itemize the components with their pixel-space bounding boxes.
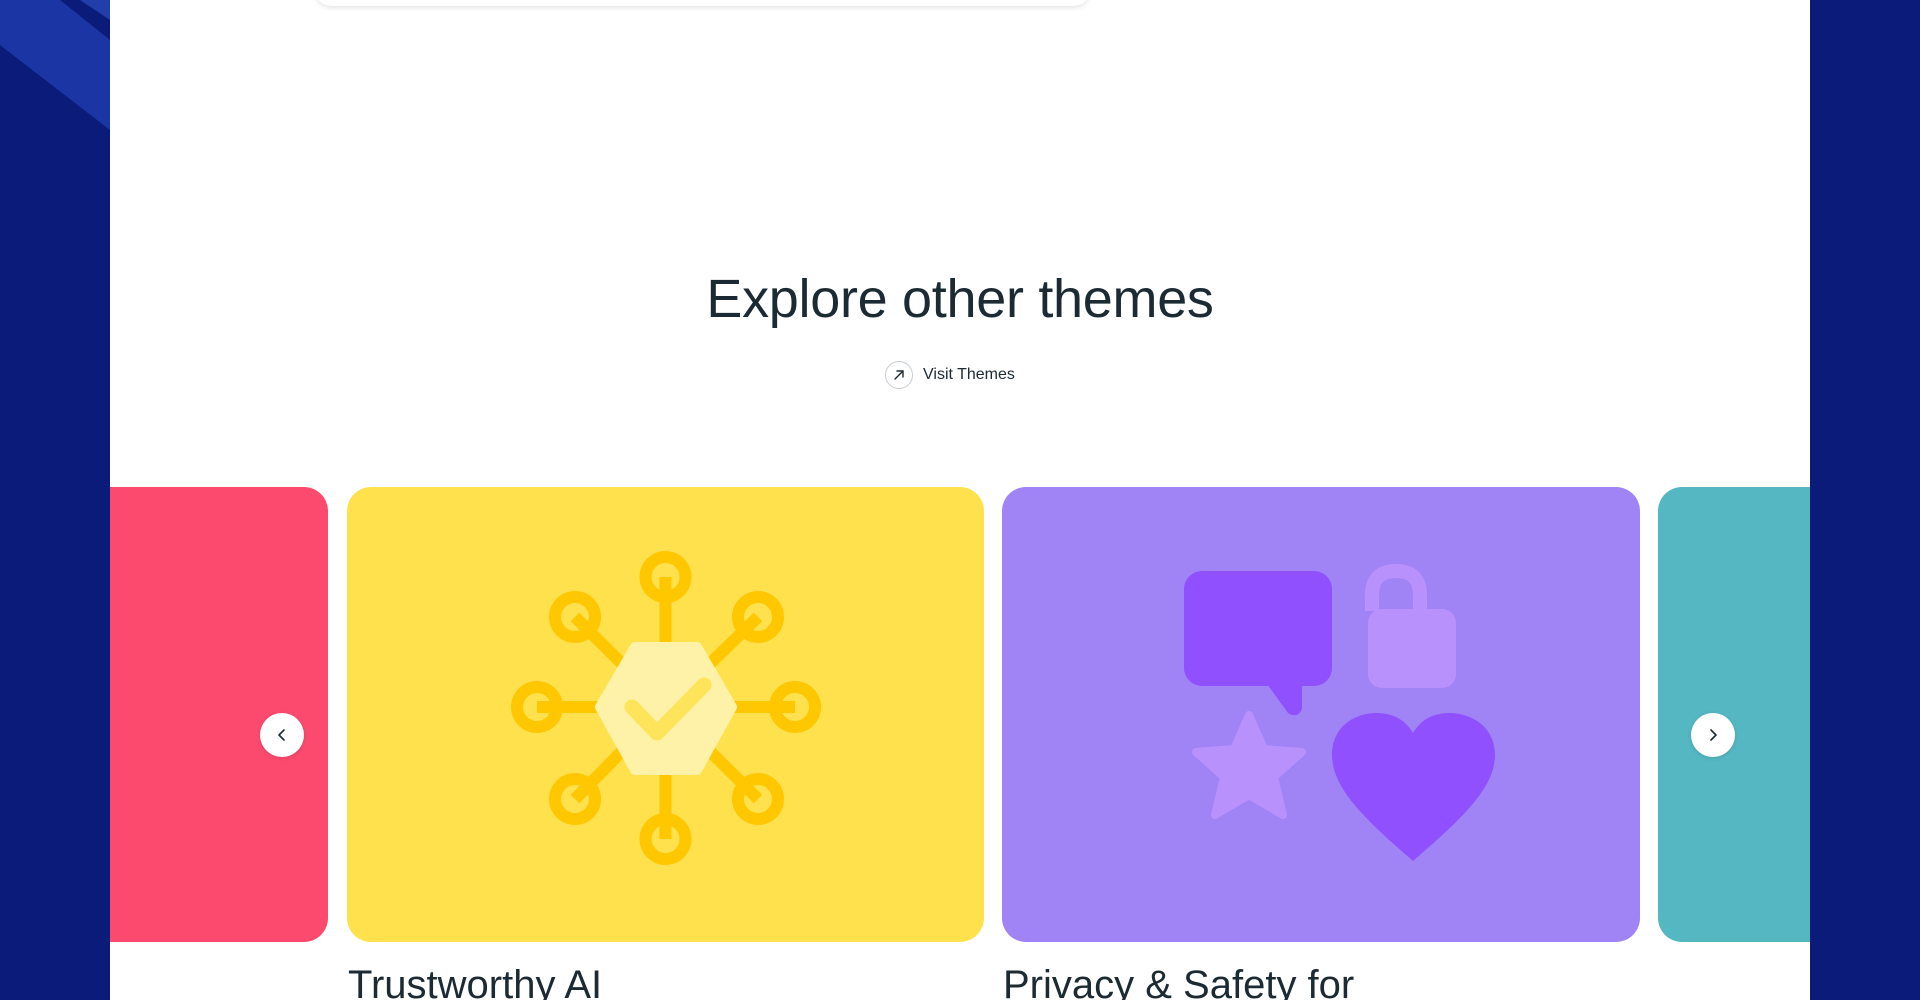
network-check-icon bbox=[511, 551, 821, 865]
theme-card-trustworthy-ai[interactable] bbox=[347, 487, 984, 942]
card-title-trustworthy-ai[interactable]: Trustworthy AI bbox=[348, 963, 602, 1000]
page-content: Explore other themes Visit Themes Trustw… bbox=[110, 0, 1810, 1000]
arrow-up-right-icon bbox=[885, 361, 913, 389]
theme-card-partial-left[interactable] bbox=[110, 487, 328, 942]
chat-lock-star-heart-icon bbox=[1184, 563, 1495, 861]
carousel-next-button[interactable] bbox=[1691, 713, 1735, 757]
card-title-privacy-safety[interactable]: Privacy & Safety for bbox=[1003, 963, 1354, 1000]
chevron-right-icon bbox=[1710, 729, 1717, 741]
visit-themes-label: Visit Themes bbox=[923, 366, 1015, 383]
section-heading: Explore other themes bbox=[706, 269, 1214, 329]
theme-card-partial-right[interactable] bbox=[1658, 487, 1810, 942]
chevron-left-icon bbox=[278, 729, 285, 741]
carousel-prev-button[interactable] bbox=[260, 713, 304, 757]
theme-card-privacy-safety[interactable] bbox=[1002, 487, 1640, 942]
visit-themes-link[interactable]: Visit Themes bbox=[885, 360, 1015, 390]
top-search-bar-edge bbox=[315, 0, 1090, 6]
background-stripe bbox=[0, 0, 110, 130]
